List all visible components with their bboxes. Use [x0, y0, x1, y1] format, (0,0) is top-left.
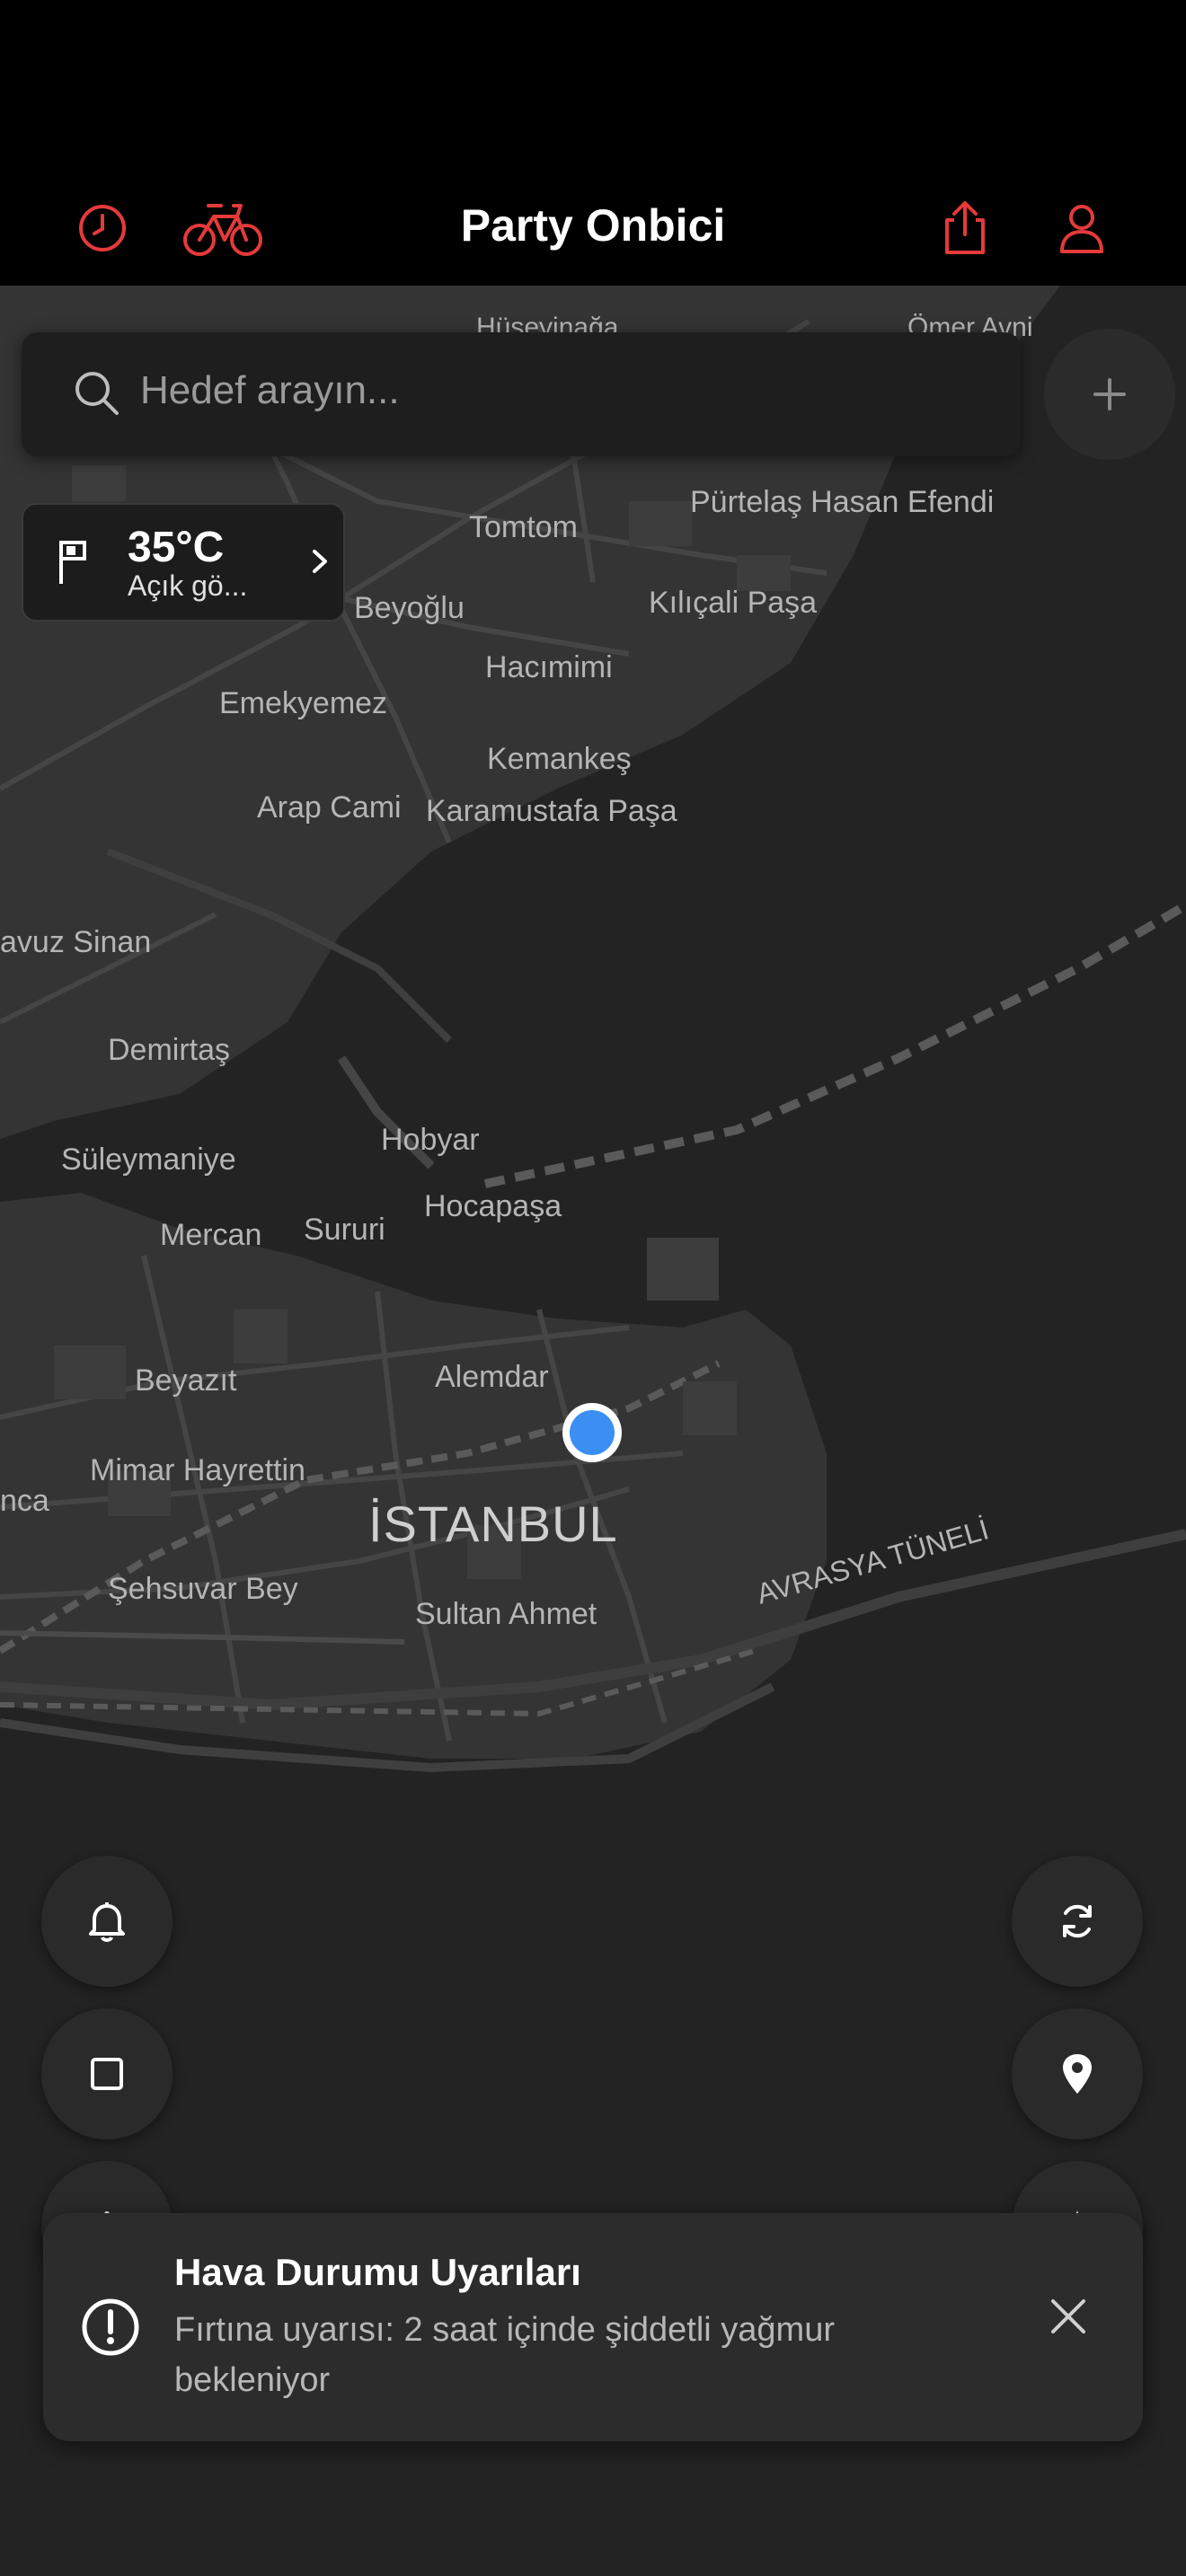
plus-icon	[1093, 378, 1126, 410]
app-title: Party Onbici	[460, 200, 726, 251]
profile-icon	[1060, 205, 1103, 253]
map-label: Beyoğlu	[354, 591, 465, 625]
map-label: Süleymaniye	[61, 1142, 236, 1177]
search-bar[interactable]: Hedef arayın...	[22, 332, 1021, 456]
map-label: Mercan	[160, 1218, 262, 1252]
map-label: avuz Sinan	[0, 925, 152, 959]
weather-alert-banner: Hava Durumu Uyarıları Fırtına uyarısı: 2…	[43, 2213, 1143, 2441]
close-icon	[1051, 2299, 1085, 2333]
bell-icon	[89, 1902, 125, 1942]
top-app-bar: Party Onbici	[0, 171, 1186, 286]
flag-icon	[59, 541, 86, 584]
map-label: Tomtom	[469, 510, 578, 544]
refresh-button[interactable]	[1012, 1856, 1143, 1987]
map-label: Demirtaş	[108, 1033, 231, 1067]
stop-button[interactable]	[41, 2008, 173, 2139]
exclamation-circle-icon	[82, 2298, 139, 2356]
share-icon	[945, 201, 985, 254]
map-label: Arap Cami	[257, 790, 402, 825]
map-city-label: İSTANBUL	[368, 1495, 618, 1552]
alert-message: Fırtına uyarısı: 2 saat içinde şiddetli …	[174, 2311, 835, 2399]
map-label: Hacımimi	[485, 650, 613, 684]
location-button[interactable]	[1012, 2008, 1143, 2139]
map-label: Alemdar	[435, 1360, 549, 1394]
map-label: Sultan Ahmet	[415, 1597, 597, 1631]
current-location-marker	[562, 1403, 622, 1462]
share-button[interactable]	[931, 194, 999, 262]
map-label: nca	[0, 1484, 49, 1518]
weather-widget[interactable]: 35°C Açık gö...	[22, 503, 345, 622]
search-input[interactable]: Hedef arayın...	[140, 368, 400, 413]
map-label: Karamustafa Paşa	[426, 794, 677, 828]
map-label: Beyazıt	[135, 1363, 237, 1398]
alert-close-button[interactable]	[1048, 2296, 1089, 2342]
map-label: Şehsuvar Bey	[108, 1572, 298, 1606]
map-label: Hobyar	[381, 1123, 480, 1157]
alert-title: Hava Durumu Uyarıları	[174, 2251, 581, 2293]
add-button[interactable]	[1044, 329, 1175, 460]
map-label: Hocapaşa	[424, 1189, 562, 1223]
status-bar	[0, 0, 1186, 171]
weather-temperature: 35°C	[128, 524, 225, 571]
map-label: Kemankeş	[487, 742, 632, 776]
refresh-icon	[1063, 1904, 1092, 1938]
map-label: Mimar Hayrettin	[90, 1453, 305, 1487]
square-icon	[91, 2058, 123, 2090]
map-label: Kılıçali Paşa	[649, 586, 818, 620]
map-label: Pürtelaş Hasan Efendi	[690, 485, 995, 519]
location-pin-icon	[1063, 2054, 1092, 2094]
notifications-button[interactable]	[41, 1856, 173, 1987]
profile-button[interactable]	[1048, 194, 1116, 262]
weather-description: Açık gö...	[128, 569, 248, 602]
map-label: Sururi	[304, 1213, 385, 1247]
map-label: Emekyemez	[219, 686, 388, 720]
chevron-right-icon	[313, 550, 327, 573]
search-icon	[75, 372, 119, 415]
